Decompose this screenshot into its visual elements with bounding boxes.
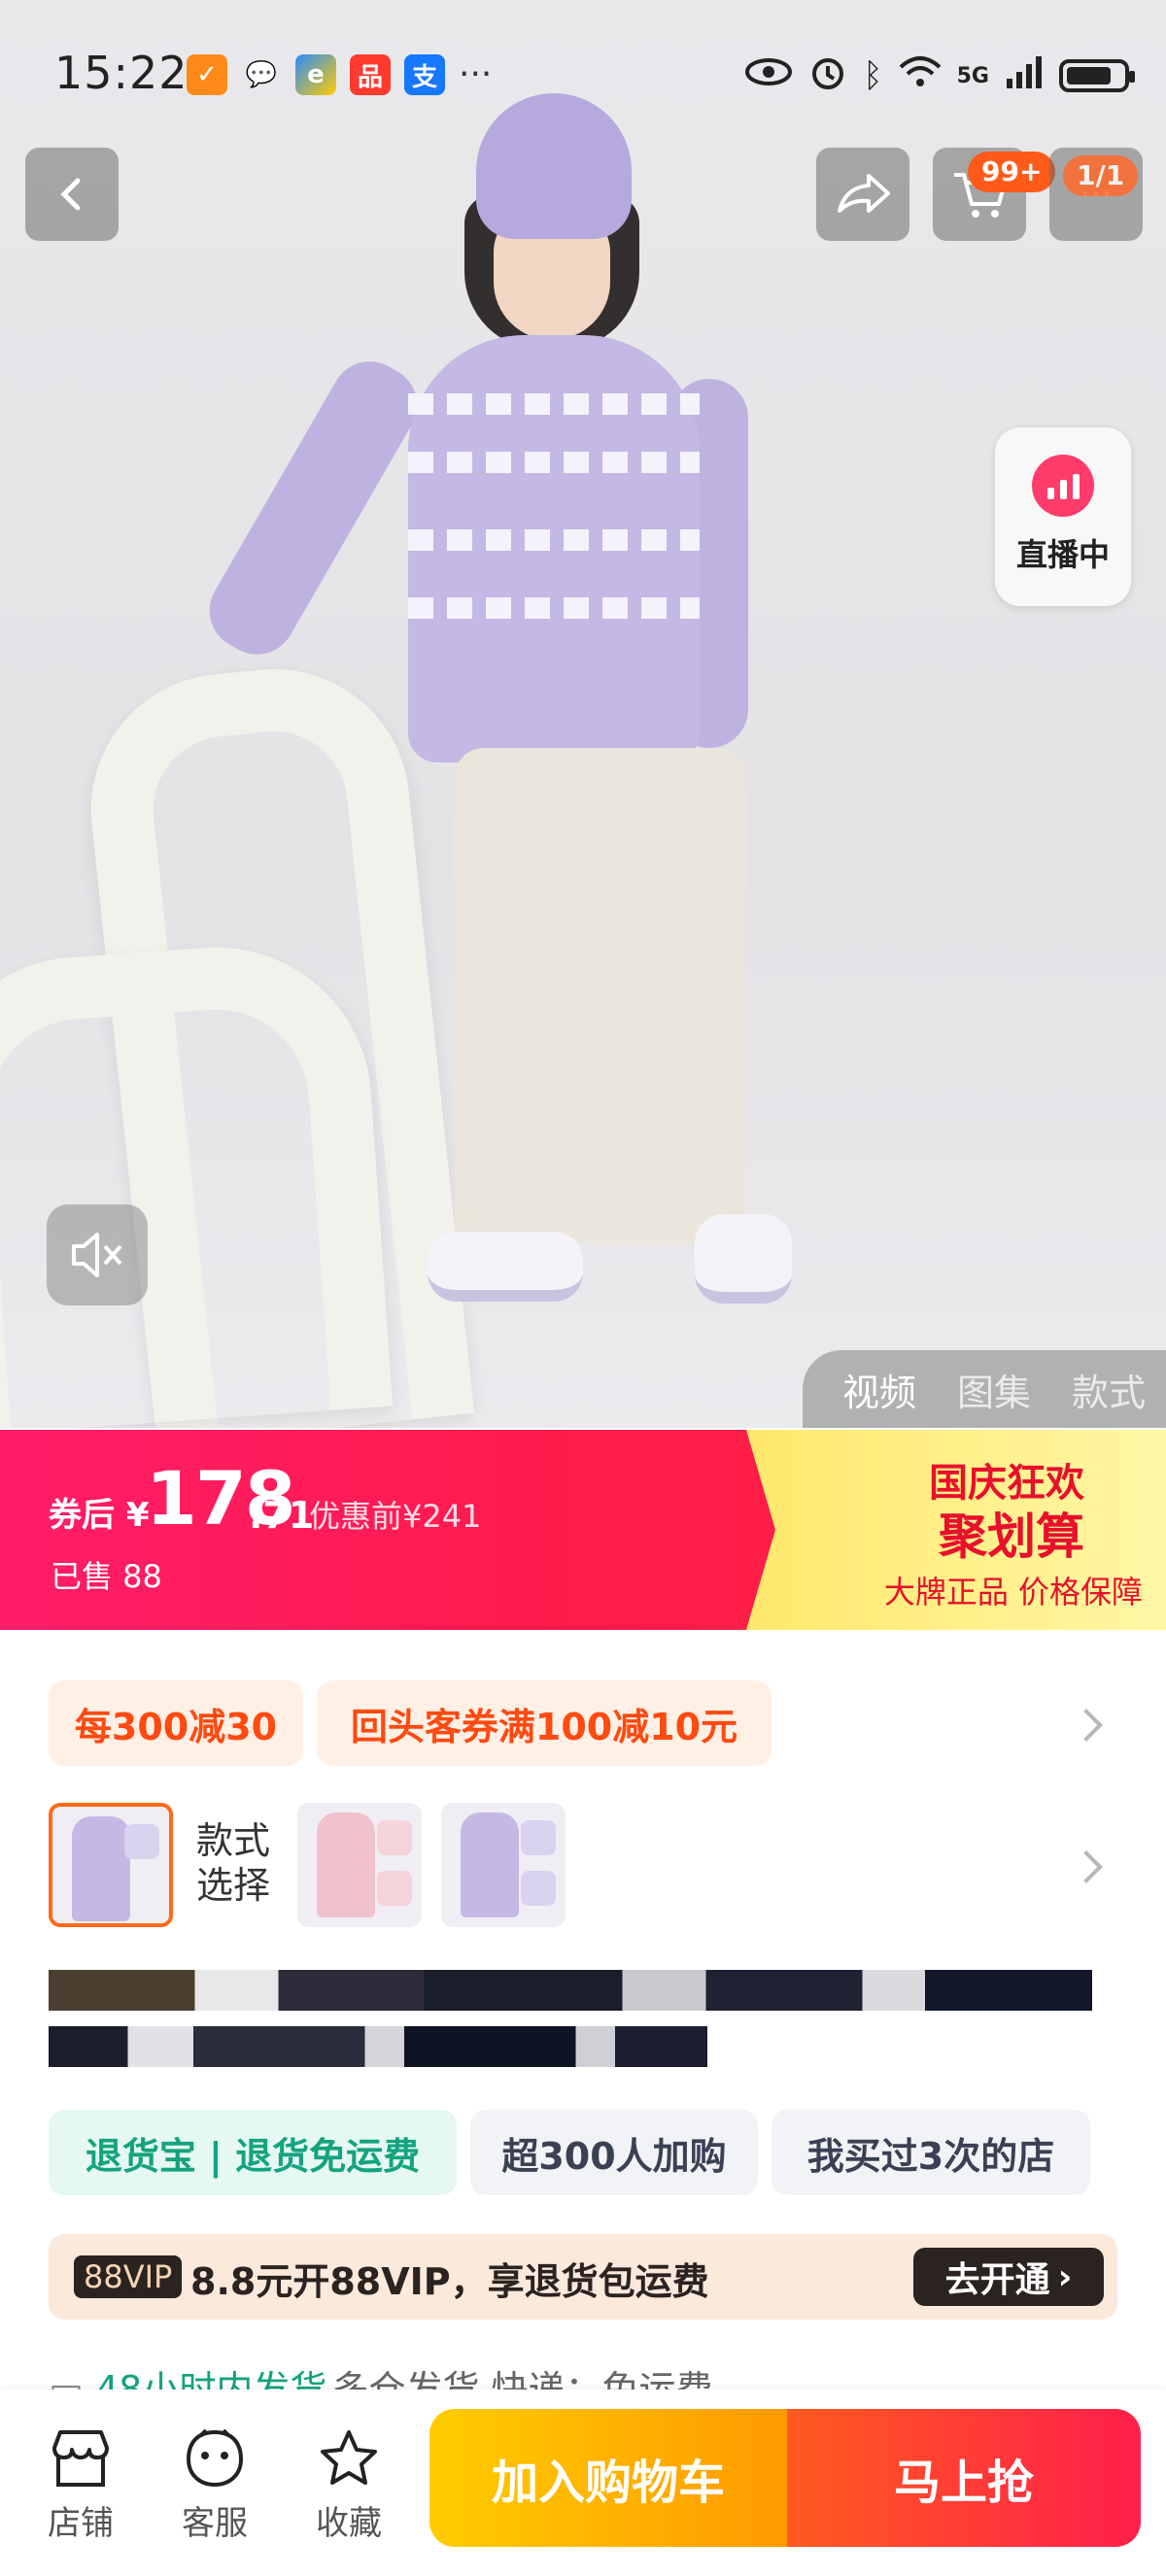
live-stream-button[interactable]: 直播中: [995, 427, 1131, 606]
original-price: 优惠前¥241: [309, 1498, 482, 1535]
bottom-action-bar: 店铺 客服 收藏 加入购物车 马上抢: [0, 2390, 1166, 2576]
status-time: 15:22: [54, 47, 189, 99]
app-notification-icon: ✓: [187, 54, 227, 95]
more-notifications-icon: ···: [459, 54, 493, 94]
bluetooth-icon: ᛒ: [863, 56, 883, 95]
media-tabs: 视频 图集 款式: [803, 1350, 1166, 1428]
shipping-highlight: 48小时内发货: [94, 2368, 327, 2390]
shopping-app-icon: 品: [350, 54, 391, 95]
add-to-cart-button[interactable]: 加入购物车: [429, 2409, 787, 2547]
style-thumbnail[interactable]: [441, 1803, 566, 1927]
share-button[interactable]: [816, 148, 909, 241]
chair-illustration-back: [0, 936, 394, 1428]
shipping-details: 多仓发货 快递：免运费: [331, 2368, 713, 2390]
return-insurance-tag[interactable]: 退货宝 | 退货免运费: [49, 2110, 457, 2195]
vip-text: 8.8元开88VIP，享退货包运费: [190, 2260, 709, 2303]
buy-now-button[interactable]: 马上抢: [787, 2409, 1141, 2547]
live-label: 直播中: [1015, 536, 1110, 573]
model-pants: [455, 748, 746, 1243]
store-button[interactable]: 店铺: [27, 2424, 134, 2544]
star-icon: [321, 2430, 377, 2485]
cart-popularity-tag[interactable]: 超300人加购: [470, 2110, 758, 2195]
customer-service-button[interactable]: 客服: [161, 2424, 268, 2544]
vip-logo: 88VIP: [74, 2255, 183, 2298]
price-decimal: .71: [249, 1494, 315, 1537]
browser-icon: e: [295, 54, 336, 95]
service-face-icon: [186, 2428, 244, 2488]
status-bar: 15:22 ✓ 💬 e 品 支 ··· ᛒ 5G: [0, 39, 1166, 107]
favorite-button[interactable]: 收藏: [295, 2424, 402, 2544]
price-banner: 券后 ¥ 178 .71 优惠前¥241 已售 88 国庆狂欢 聚划算 大牌正品…: [0, 1430, 1166, 1630]
shipping-info[interactable]: ▭ 48小时内发货 多仓发货 快递：免运费: [49, 2360, 1117, 2390]
sold-count: 已售 88: [51, 1558, 162, 1595]
redacted-product-title: [49, 1970, 1092, 2011]
live-bars-icon: [1032, 455, 1094, 517]
coupon-item[interactable]: 每300减30: [49, 1680, 303, 1766]
style-thumbnail[interactable]: [49, 1803, 173, 1927]
network-type: 5G: [956, 63, 989, 88]
speaker-muted-icon: [72, 1233, 122, 1277]
promo-subtitle: 大牌正品 价格保障: [883, 1574, 1143, 1610]
repeat-purchase-tag[interactable]: 我买过3次的店: [772, 2110, 1090, 2195]
share-icon: [838, 174, 890, 213]
signal-icon: [1005, 55, 1044, 96]
vip-open-button[interactable]: 去开通 ›: [913, 2248, 1104, 2306]
model-beanie: [476, 93, 632, 239]
coupon-item[interactable]: 回头客券满100减10元: [317, 1680, 772, 1766]
style-thumbnail[interactable]: [297, 1803, 422, 1927]
chevron-right-icon: ›: [1057, 2256, 1073, 2297]
chevron-left-icon: [60, 178, 81, 211]
back-button[interactable]: [25, 148, 119, 241]
chevron-right-icon[interactable]: [1070, 1709, 1103, 1742]
promo-brand: 聚划算: [939, 1508, 1084, 1565]
model-shoe-right: [695, 1214, 792, 1304]
mute-button[interactable]: [47, 1204, 148, 1305]
tab-style[interactable]: 款式: [1072, 1363, 1146, 1416]
redacted-product-title-line2: [49, 2026, 707, 2067]
style-selector[interactable]: 款式 选择: [49, 1803, 1117, 1929]
vip-banner[interactable]: 88VIP 8.8元开88VIP，享退货包运费 去开通 ›: [49, 2234, 1117, 2320]
wifi-icon: [899, 55, 942, 96]
tab-gallery[interactable]: 图集: [957, 1363, 1031, 1416]
model-sweater: [408, 335, 700, 763]
store-icon: [52, 2430, 109, 2487]
eye-icon: [744, 57, 793, 94]
after-coupon-label: 券后 ¥: [49, 1496, 150, 1535]
tab-video[interactable]: 视频: [842, 1363, 916, 1416]
wechat-icon: 💬: [245, 60, 278, 89]
style-select-label: 款式 选择: [196, 1819, 271, 1907]
battery-icon: [1059, 59, 1135, 92]
alarm-icon: [808, 52, 847, 99]
page-counter: 1/1: [1063, 155, 1139, 196]
promo-banner[interactable]: 国庆狂欢 聚划算 大牌正品 价格保障: [746, 1430, 1166, 1630]
model-shoe-left: [428, 1232, 583, 1302]
alipay-icon: 支: [404, 54, 445, 95]
model-arm-left: [195, 347, 431, 669]
cart-count-badge: 99+: [968, 152, 1056, 192]
truck-icon: ▭: [49, 2368, 95, 2390]
